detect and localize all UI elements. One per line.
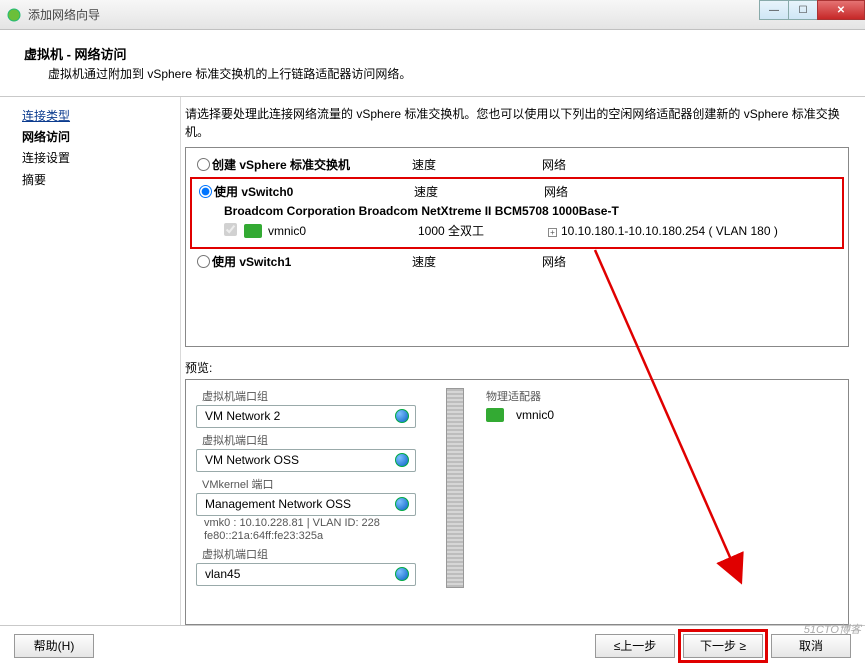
- cancel-button[interactable]: 取消: [771, 634, 851, 658]
- back-button[interactable]: ≤上一步: [595, 634, 675, 658]
- option-vswitch1-label: 使用 vSwitch1: [212, 255, 291, 269]
- column-header-network: 网络: [542, 156, 840, 173]
- instruction-text: 请选择要处理此连接网络流量的 vSphere 标准交换机。您也可以使用以下列出的…: [185, 105, 849, 141]
- mgmt-ipv6-info: fe80::21a:64ff:fe23:325a: [204, 530, 416, 542]
- physical-adapter-name: vmnic0: [516, 408, 554, 422]
- radio-create-vswitch[interactable]: [197, 158, 210, 171]
- vmkernel-heading: VMkernel 端口: [202, 476, 416, 492]
- next-button[interactable]: 下一步 ≥: [683, 634, 763, 658]
- window-buttons: — ☐ ✕: [760, 0, 865, 20]
- switch-selection-box: 创建 vSphere 标准交换机 速度 网络 使用 vSwitch0 速度 网络…: [185, 147, 849, 347]
- close-button[interactable]: ✕: [817, 0, 865, 20]
- portgroup-vlan45: vlan45: [196, 563, 416, 586]
- option-vswitch1-row[interactable]: 使用 vSwitch1 速度 网络: [194, 251, 840, 272]
- preview-box: 虚拟机端口组 VM Network 2 虚拟机端口组 VM Network OS…: [185, 379, 849, 625]
- option-vswitch0-label: 使用 vSwitch0: [214, 185, 293, 199]
- portgroup-vm-network-oss: VM Network OSS: [196, 449, 416, 472]
- option-vswitch0-row[interactable]: 使用 vSwitch0 速度 网络: [196, 181, 838, 202]
- portgroup-vm-network-2: VM Network 2: [196, 405, 416, 428]
- radio-use-vswitch0[interactable]: [199, 185, 212, 198]
- preview-left-column: 虚拟机端口组 VM Network 2 虚拟机端口组 VM Network OS…: [196, 388, 416, 590]
- step-sidebar: 连接类型 网络访问 连接设置 摘要: [0, 97, 180, 625]
- preview-right-column: 物理适配器 vmnic0: [456, 388, 554, 590]
- adapter-description: Broadcom Corporation Broadcom NetXtreme …: [196, 202, 838, 220]
- portgroup-heading-1: 虚拟机端口组: [202, 388, 416, 404]
- nic-network: +10.10.180.1-10.10.180.254 ( VLAN 180 ): [548, 224, 838, 238]
- globe-icon: [395, 497, 409, 511]
- minimize-button[interactable]: —: [759, 0, 789, 20]
- selected-vswitch0-box: 使用 vSwitch0 速度 网络 Broadcom Corporation B…: [190, 177, 844, 249]
- step-summary: 摘要: [22, 171, 180, 190]
- column-header-network-2: 网络: [544, 183, 838, 200]
- column-header-speed-3: 速度: [412, 253, 542, 270]
- main-area: 连接类型 网络访问 连接设置 摘要 请选择要处理此连接网络流量的 vSphere…: [0, 97, 865, 625]
- portgroup-heading-2: 虚拟机端口组: [202, 432, 416, 448]
- option-create-vswitch-row[interactable]: 创建 vSphere 标准交换机 速度 网络: [194, 154, 840, 175]
- portgroup-management-network: Management Network OSS: [196, 493, 416, 516]
- globe-icon: [395, 453, 409, 467]
- page-title: 虚拟机 - 网络访问: [24, 44, 841, 63]
- window-title: 添加网络向导: [28, 6, 100, 23]
- nic-icon: [244, 224, 262, 238]
- column-header-network-3: 网络: [542, 253, 840, 270]
- nic-name: vmnic0: [268, 224, 418, 238]
- maximize-button[interactable]: ☐: [788, 0, 818, 20]
- nic-row: vmnic0 1000 全双工 +10.10.180.1-10.10.180.2…: [196, 220, 838, 241]
- physical-adapter-heading: 物理适配器: [486, 388, 554, 404]
- preview-label: 预览:: [185, 359, 849, 376]
- app-icon: [6, 7, 22, 23]
- content-pane: 请选择要处理此连接网络流量的 vSphere 标准交换机。您也可以使用以下列出的…: [180, 97, 865, 625]
- nic-icon: [486, 408, 504, 422]
- globe-icon: [395, 409, 409, 423]
- radio-use-vswitch1[interactable]: [197, 255, 210, 268]
- help-button[interactable]: 帮助(H): [14, 634, 94, 658]
- watermark: 51CTO博客: [804, 621, 861, 637]
- step-connection-type[interactable]: 连接类型: [22, 107, 180, 126]
- column-header-speed-2: 速度: [414, 183, 544, 200]
- globe-icon: [395, 567, 409, 581]
- nic-speed: 1000 全双工: [418, 222, 548, 239]
- column-header-speed: 速度: [412, 156, 542, 173]
- step-connection-settings: 连接设置: [22, 149, 180, 168]
- nic-checkbox: [224, 223, 237, 236]
- titlebar: 添加网络向导 — ☐ ✕: [0, 0, 865, 30]
- physical-adapter-item: vmnic0: [486, 408, 554, 422]
- mgmt-vmk-info: vmk0 : 10.10.228.81 | VLAN ID: 228: [204, 517, 416, 529]
- wizard-header: 虚拟机 - 网络访问 虚拟机通过附加到 vSphere 标准交换机的上行链路适配…: [0, 30, 865, 97]
- wizard-footer: 帮助(H) ≤上一步 下一步 ≥ 取消: [0, 625, 865, 665]
- expand-icon[interactable]: +: [548, 228, 557, 237]
- vswitch-bus-graphic: [446, 388, 464, 588]
- portgroup-heading-3: 虚拟机端口组: [202, 546, 416, 562]
- step-network-access: 网络访问: [22, 128, 180, 147]
- page-subtitle: 虚拟机通过附加到 vSphere 标准交换机的上行链路适配器访问网络。: [48, 65, 841, 82]
- option-create-vswitch-label: 创建 vSphere 标准交换机: [212, 158, 350, 172]
